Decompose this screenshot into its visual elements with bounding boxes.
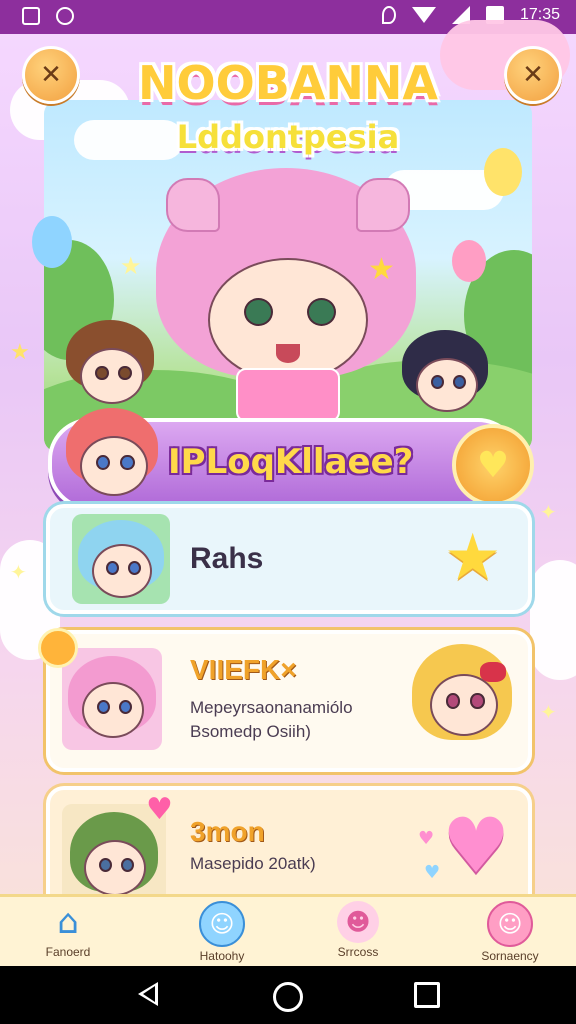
avatar xyxy=(62,648,162,750)
nav-item-profile[interactable]: ☺ Sornaency xyxy=(460,901,560,963)
heart-icon[interactable]: ♥ xyxy=(442,806,510,886)
flower-icon xyxy=(38,628,78,668)
close-icon: ✕ xyxy=(40,60,62,90)
close-right-button[interactable]: ✕ xyxy=(504,46,562,104)
card-title: VIIEFK× xyxy=(190,654,297,685)
card-subtitle: Masepido 20atk) xyxy=(190,854,316,873)
card-title: 3mon xyxy=(190,816,265,847)
nav-item-friends[interactable]: ☻ Srrcoss xyxy=(308,901,408,959)
location-icon xyxy=(381,6,396,24)
bottom-navigation: ⌂ Fanoerd ☺ Hatoohy ☻ Srrcoss ☺ Sornaenc… xyxy=(0,894,576,969)
small-heart-icon: ♥ xyxy=(424,862,441,883)
back-button[interactable] xyxy=(138,982,158,1006)
menu-card-rahs[interactable]: Rahs ★ xyxy=(46,504,532,614)
balloon-icon xyxy=(452,240,486,282)
recents-button[interactable] xyxy=(414,982,440,1008)
card-title: Rahs xyxy=(190,542,264,575)
banner-text: IPLoqKllaee? xyxy=(168,442,414,482)
sparkle-icon: ✦ xyxy=(10,560,27,584)
app-subtitle: Lddontpesia xyxy=(176,118,400,156)
cloud-decoration xyxy=(530,560,576,680)
app-title: NOOBANNA xyxy=(138,56,438,110)
gallery-notification-icon xyxy=(22,7,40,25)
profile-icon: ☺ xyxy=(487,901,533,947)
card-subtitle: Mepeyrsaonanamiólo Bsomedp Osiih) xyxy=(190,698,353,741)
sync-notification-icon xyxy=(56,7,74,25)
nav-label: Srrcoss xyxy=(337,945,379,959)
sparkle-icon: ★ xyxy=(10,340,30,365)
small-heart-icon: ♥ xyxy=(418,828,435,849)
friends-icon: ☻ xyxy=(337,901,379,943)
side-character-blonde xyxy=(412,644,512,762)
close-left-button[interactable]: ✕ xyxy=(22,46,80,104)
star-icon[interactable]: ★ xyxy=(444,518,501,598)
system-navigation-bar xyxy=(0,966,576,1024)
heart-badge-icon[interactable]: ♥ xyxy=(452,424,534,506)
heart-icon: ♥ xyxy=(146,792,173,827)
side-character-dark xyxy=(402,330,488,418)
side-character-red xyxy=(66,408,158,502)
sparkle-icon: ✦ xyxy=(540,700,557,724)
home-icon: ⌂ xyxy=(57,902,79,942)
nav-label: Hatoohy xyxy=(199,949,245,963)
nav-label: Fanoerd xyxy=(45,945,91,959)
sparkle-icon: ★ xyxy=(120,252,142,280)
bow-icon xyxy=(480,662,506,682)
balloon-icon xyxy=(32,216,72,268)
chat-face-icon: ☺ xyxy=(199,901,245,947)
nav-item-chat[interactable]: ☺ Hatoohy xyxy=(172,901,272,963)
nav-label: Sornaency xyxy=(481,949,539,963)
star-hairclip-icon: ★ xyxy=(368,252,395,287)
wifi-icon xyxy=(411,7,436,23)
side-character-brown xyxy=(66,320,154,410)
sparkle-icon: ✦ xyxy=(540,500,557,524)
close-icon: ✕ xyxy=(522,60,544,90)
home-button[interactable] xyxy=(273,982,303,1012)
main-character-illustration: ★ xyxy=(156,168,416,422)
nav-item-home[interactable]: ⌂ Fanoerd xyxy=(18,901,118,959)
menu-card-viiefk[interactable]: VIIEFK× Mepeyrsaonanamiólo Bsomedp Osiih… xyxy=(46,630,532,772)
avatar xyxy=(72,514,170,604)
